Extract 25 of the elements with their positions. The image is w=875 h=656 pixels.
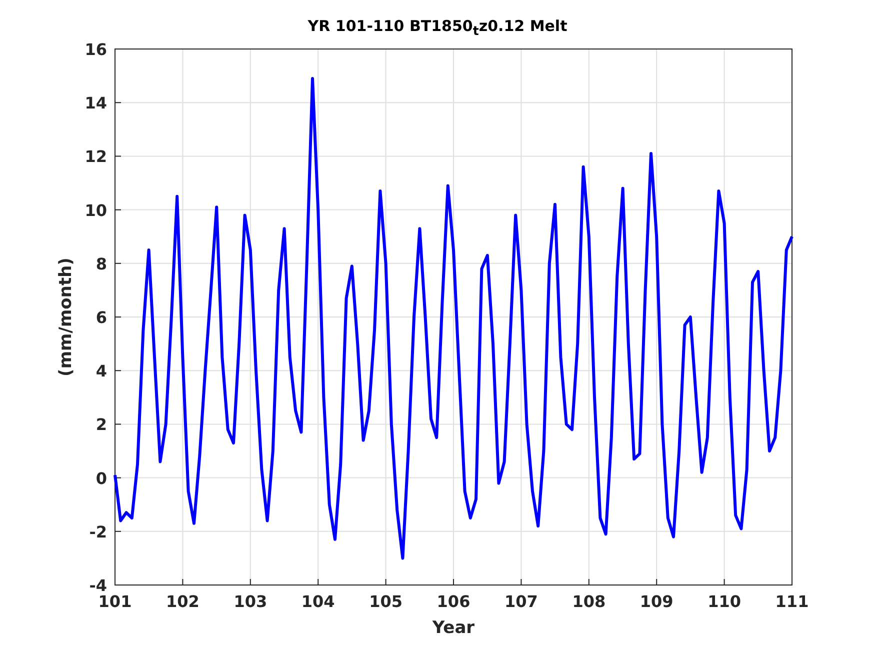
axis-tick-label: 10 [84,200,107,220]
axis-tick-label: 0 [96,468,107,488]
axis-tick-label: 111 [775,592,809,611]
axis-tick-label: 4 [96,362,107,381]
axis-tick-label: 16 [84,40,107,59]
axis-tick-label: 109 [640,592,674,611]
x-axis-label: Year [432,618,475,638]
axis-tick-label: 110 [708,592,741,611]
chart-title: YR 101-110 BT1850$_{t}$z0.12 Melt [308,16,568,40]
axis-tick-label: 108 [572,592,606,611]
axis-tick-label: 6 [96,308,107,327]
axis-tick-label: -2 [89,522,107,542]
axis-tick-label: 104 [301,592,335,611]
axis-tick-label: 105 [369,592,402,611]
axis-tick-label: 106 [436,592,470,611]
axis-tick-label: 2 [96,415,107,434]
axis-tick-label: -4 [89,576,107,595]
axis-tick-label: 8 [96,254,107,274]
axis-tick-label: 12 [84,147,107,166]
axis-tick-label: 102 [166,592,200,611]
y-axis-label: (mm/month) [56,258,76,376]
axis-tick-label: 107 [504,592,538,611]
axis-tick-label: 101 [98,592,132,611]
axis-tick-label: 14 [84,94,107,113]
axis-tick-label: 103 [234,592,268,611]
